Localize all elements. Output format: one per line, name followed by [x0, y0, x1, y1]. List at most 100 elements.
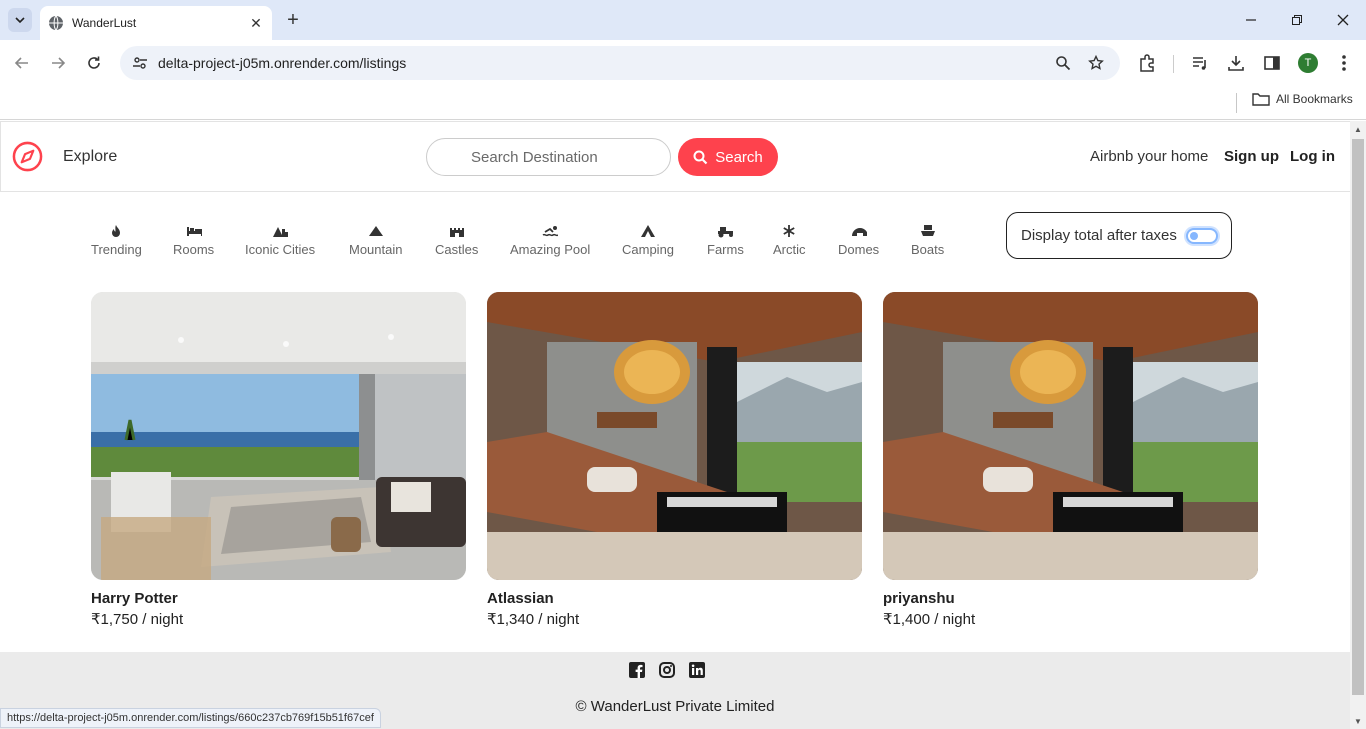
- reload-icon: [88, 56, 100, 69]
- igloo-icon: [851, 223, 867, 239]
- toolbar-divider: [1173, 55, 1174, 73]
- scroll-up-icon[interactable]: ▲: [1354, 125, 1362, 134]
- browser-tab[interactable]: WanderLust ✕: [40, 6, 272, 40]
- filter-label: Trending: [91, 242, 142, 257]
- mountain-icon: [368, 223, 384, 239]
- minimize-icon[interactable]: [1236, 8, 1266, 32]
- site-navbar: Explore Search Airbnb your home Sign up …: [0, 121, 1350, 192]
- filter-label: Camping: [622, 242, 675, 257]
- tractor-icon: [717, 223, 734, 239]
- link-status-bar: https://delta-project-j05m.onrender.com/…: [0, 708, 381, 728]
- arrow-right-icon: [52, 57, 66, 69]
- filter-camping[interactable]: Camping: [622, 223, 674, 257]
- search-destination-input[interactable]: [426, 138, 671, 176]
- download-icon[interactable]: [1224, 51, 1248, 75]
- extensions-icon[interactable]: [1135, 51, 1159, 75]
- restore-icon[interactable]: [1282, 8, 1312, 32]
- filter-label: Farms: [707, 242, 744, 257]
- filter-domes[interactable]: Domes: [838, 223, 879, 257]
- fire-icon: [108, 223, 124, 239]
- listing-image[interactable]: [883, 292, 1258, 580]
- listing-card[interactable]: Atlassian ₹1,340 / night: [487, 292, 862, 628]
- back-button[interactable]: [10, 51, 34, 75]
- tax-toggle-label: Display total after taxes: [1021, 227, 1177, 244]
- profile-avatar[interactable]: T: [1298, 53, 1318, 73]
- filter-label: Amazing Pool: [510, 242, 591, 257]
- more-menu-icon[interactable]: [1332, 51, 1356, 75]
- new-tab-button[interactable]: +: [282, 8, 304, 32]
- signup-link[interactable]: Sign up: [1224, 148, 1279, 165]
- site-settings-icon[interactable]: [132, 55, 148, 71]
- filter-mountain[interactable]: Mountain: [349, 223, 402, 257]
- campground-icon: [640, 223, 656, 239]
- filter-label: Mountain: [349, 242, 403, 257]
- linkedin-icon[interactable]: [689, 662, 705, 678]
- filter-castles[interactable]: Castles: [435, 223, 478, 257]
- all-bookmarks-button[interactable]: All Bookmarks: [1252, 92, 1353, 106]
- social-links: [629, 662, 705, 678]
- mountain-city-icon: [272, 223, 289, 239]
- listing-title: priyanshu: [883, 590, 955, 607]
- instagram-icon[interactable]: [659, 662, 675, 678]
- filter-label: Rooms: [173, 242, 215, 257]
- search-button[interactable]: Search: [678, 138, 778, 176]
- filter-boats[interactable]: Boats: [911, 223, 944, 257]
- side-panel-icon[interactable]: [1260, 51, 1284, 75]
- compass-logo-icon[interactable]: [12, 141, 43, 172]
- page-viewport: Explore Search Airbnb your home Sign up …: [0, 121, 1350, 729]
- filter-amazing-pool[interactable]: Amazing Pool: [510, 223, 590, 257]
- folder-icon: [1252, 93, 1270, 106]
- login-link[interactable]: Log in: [1290, 148, 1335, 165]
- zoom-icon[interactable]: [1053, 53, 1073, 73]
- search-button-label: Search: [715, 148, 763, 166]
- listing-title: Harry Potter: [91, 590, 178, 607]
- bed-icon: [186, 223, 202, 239]
- explore-link[interactable]: Explore: [63, 148, 117, 166]
- facebook-icon[interactable]: [629, 662, 645, 678]
- tax-toggle-switch[interactable]: [1186, 228, 1218, 244]
- filter-label: Castles: [435, 242, 479, 257]
- filter-rooms[interactable]: Rooms: [173, 223, 214, 257]
- person-swimming-icon: [542, 223, 559, 239]
- filter-farms[interactable]: Farms: [707, 223, 744, 257]
- bookmark-star-icon[interactable]: [1086, 53, 1106, 73]
- ship-icon: [920, 223, 936, 239]
- filter-label: Domes: [838, 242, 880, 257]
- bookmarks-bar: All Bookmarks: [0, 86, 1366, 120]
- arrow-left-icon: [14, 57, 28, 69]
- listing-card[interactable]: Harry Potter ₹1,750 / night: [91, 292, 466, 628]
- listing-card[interactable]: priyanshu ₹1,400 / night: [883, 292, 1258, 628]
- reload-button[interactable]: [82, 51, 106, 75]
- page-scrollbar[interactable]: ▲ ▼: [1350, 121, 1366, 729]
- filter-label: Arctic: [773, 242, 806, 257]
- filter-iconic-cities[interactable]: Iconic Cities: [245, 223, 315, 257]
- listing-price: ₹1,750 / night: [91, 611, 184, 628]
- globe-icon: [49, 15, 63, 31]
- filter-arctic[interactable]: Arctic: [773, 223, 806, 257]
- listing-image[interactable]: [487, 292, 862, 580]
- close-window-icon[interactable]: [1328, 8, 1358, 32]
- tax-toggle-box: Display total after taxes: [1006, 212, 1232, 259]
- browser-tab-bar: WanderLust ✕ +: [0, 0, 1366, 40]
- scrollbar-thumb[interactable]: [1352, 139, 1364, 695]
- filter-label: Boats: [911, 242, 945, 257]
- address-bar[interactable]: delta-project-j05m.onrender.com/listings: [120, 46, 1120, 80]
- filter-trending[interactable]: Trending: [91, 223, 142, 257]
- castle-icon: [449, 223, 465, 239]
- category-filters: Trending Rooms Iconic Cities Mountain Ca…: [0, 211, 1350, 271]
- scroll-down-icon[interactable]: ▼: [1354, 717, 1362, 726]
- airbnb-your-home-link[interactable]: Airbnb your home: [1090, 148, 1208, 165]
- close-tab-icon[interactable]: ✕: [248, 15, 264, 31]
- chevron-down-icon: [15, 17, 25, 24]
- tab-search-button[interactable]: [8, 8, 32, 32]
- all-bookmarks-label: All Bookmarks: [1276, 92, 1353, 106]
- url-text: delta-project-j05m.onrender.com/listings: [158, 55, 407, 71]
- media-controls-icon[interactable]: [1188, 51, 1212, 75]
- tab-title: WanderLust: [72, 16, 137, 30]
- listing-image[interactable]: [91, 292, 466, 580]
- bookmarks-divider: [1236, 93, 1237, 113]
- listing-title: Atlassian: [487, 590, 554, 607]
- listing-price: ₹1,340 / night: [487, 611, 580, 628]
- forward-button[interactable]: [46, 51, 70, 75]
- filter-label: Iconic Cities: [245, 242, 316, 257]
